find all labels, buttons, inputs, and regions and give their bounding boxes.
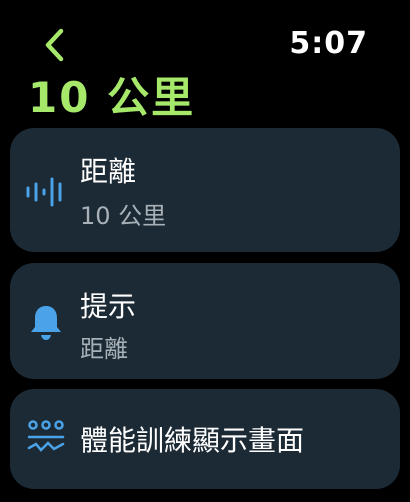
workout-display-icon [24,415,68,459]
waveform-icon [24,170,68,214]
back-button[interactable] [36,26,72,64]
workout-display-label: 體能訓練顯示畫面 [80,424,305,457]
chevron-left-icon [45,28,64,62]
workout-display-row[interactable]: 體能訓練顯示畫面 [10,389,400,489]
alert-label: 提示 [80,290,137,323]
clock-time: 5:07 [289,26,368,61]
bell-icon [24,300,68,344]
page-title: 10 公里 [28,73,196,122]
alert-value: 距離 [80,335,128,363]
distance-label: 距離 [80,155,137,188]
alert-row[interactable]: 提示 距離 [10,263,400,379]
distance-row[interactable]: 距離 10 公里 [10,128,400,252]
distance-value: 10 公里 [80,202,167,230]
header: 5:07 10 公里 [0,0,410,125]
